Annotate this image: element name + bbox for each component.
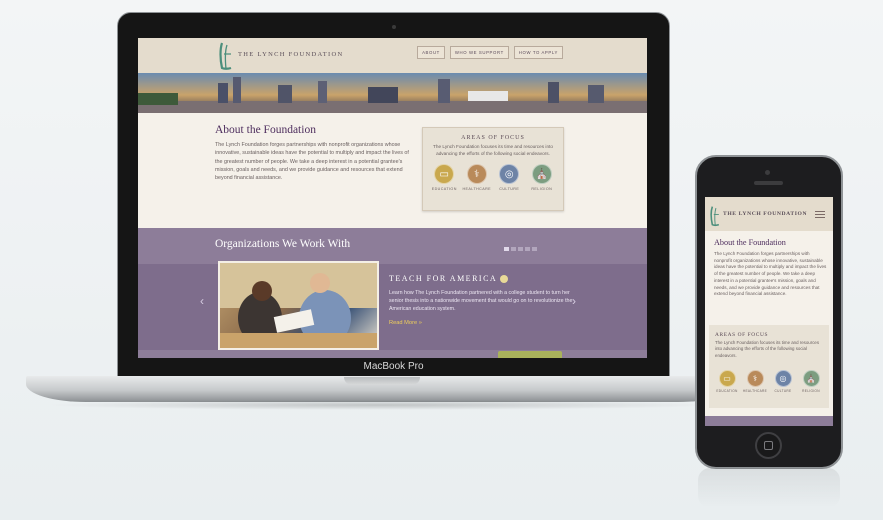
about-body: The Lynch Foundation forges partnerships… — [215, 142, 409, 182]
mobile-about-body: The Lynch Foundation forges partnerships… — [714, 251, 827, 297]
focus-label: RELIGION — [802, 389, 820, 393]
carousel-dot[interactable] — [518, 247, 523, 251]
carousel-prev-icon[interactable]: ‹ — [200, 294, 204, 308]
city-banner-image — [138, 73, 647, 113]
laptop-notch — [344, 377, 420, 385]
focus-label: HEALTHCARE — [462, 187, 492, 191]
focus-icons: ▭ EDUCATION ⚕ HEALTHCARE ◎ CULTURE ⛪ REL… — [428, 164, 558, 191]
laptop-screen: THE LYNCH FOUNDATION ABOUT WHO WE SUPPOR… — [138, 38, 647, 358]
org-name[interactable]: TEACH FOR AMERICA — [389, 274, 509, 284]
nav-who-we-support[interactable]: WHO WE SUPPORT — [449, 46, 509, 59]
mobile-focus-religion[interactable]: ⛪ RELIGION — [798, 370, 824, 393]
mobile-about-title: About the Foundation — [714, 238, 786, 247]
globe-icon: ◎ — [774, 370, 792, 387]
mobile-focus-title: AREAS OF FOCUS — [715, 332, 769, 338]
focus-education[interactable]: ▭ EDUCATION — [428, 164, 460, 191]
green-button[interactable] — [498, 351, 562, 358]
phone-camera — [765, 170, 770, 175]
phone-screen: THE LYNCH FOUNDATION About the Foundatio… — [705, 197, 833, 426]
caduceus-icon: ⚕ — [746, 370, 764, 387]
badge-icon — [500, 275, 509, 284]
mobile-footer-band — [705, 416, 833, 426]
focus-label: EDUCATION — [716, 389, 738, 393]
carousel-next-icon[interactable]: › — [572, 294, 576, 308]
nav-how-to-apply[interactable]: HOW TO APPLY — [513, 46, 563, 59]
nav-about[interactable]: ABOUT — [417, 46, 445, 59]
church-icon: ⛪ — [802, 370, 820, 387]
mobile-focus-icons: ▭ EDUCATION ⚕ HEALTHCARE ◎ CULTURE ⛪ REL… — [713, 370, 825, 393]
phone-speaker — [754, 181, 783, 185]
focus-healthcare[interactable]: ⚕ HEALTHCARE — [461, 164, 493, 191]
mobile-site-name[interactable]: THE LYNCH FOUNDATION — [723, 211, 807, 217]
org-photo — [218, 261, 379, 350]
focus-title: AREAS OF FOCUS — [461, 135, 525, 141]
mobile-header: THE LYNCH FOUNDATION — [705, 197, 833, 231]
carousel-dot[interactable] — [525, 247, 530, 251]
laptop-camera — [392, 25, 396, 29]
hamburger-menu-icon[interactable] — [815, 211, 825, 220]
mobile-focus-culture[interactable]: ◎ CULTURE — [770, 370, 796, 393]
organizations-title: Organizations We Work With — [215, 238, 351, 250]
home-square-icon — [764, 441, 773, 450]
areas-of-focus-panel: AREAS OF FOCUS The Lynch Foundation focu… — [422, 127, 564, 211]
organizations-section: Organizations We Work With ‹ TEACH FOR A… — [138, 228, 647, 358]
site-name[interactable]: THE LYNCH FOUNDATION — [238, 51, 344, 58]
skyline-image — [138, 77, 647, 113]
focus-label: HEALTHCARE — [742, 389, 768, 393]
site-header: THE LYNCH FOUNDATION ABOUT WHO WE SUPPOR… — [138, 38, 647, 73]
laptop-label: MacBook Pro — [363, 361, 424, 372]
phone-reflection — [698, 468, 840, 508]
focus-label: CULTURE — [499, 187, 520, 191]
church-icon: ⛪ — [531, 164, 552, 184]
org-description: Learn how The Lynch Foundation partnered… — [389, 290, 573, 313]
main-nav: ABOUT WHO WE SUPPORT HOW TO APPLY — [417, 46, 563, 59]
carousel-dot[interactable] — [504, 247, 509, 251]
focus-label: RELIGION — [531, 187, 553, 191]
mobile-focus-description: The Lynch Foundation focuses its time an… — [715, 340, 820, 358]
carousel-dot[interactable] — [532, 247, 537, 251]
about-title: About the Foundation — [215, 124, 316, 136]
book-icon: ▭ — [718, 370, 736, 387]
carousel-dots — [504, 247, 537, 251]
mobile-focus-education[interactable]: ▭ EDUCATION — [714, 370, 740, 393]
book-icon: ▭ — [434, 164, 455, 184]
focus-description: The Lynch Foundation focuses its time an… — [433, 144, 553, 156]
focus-culture[interactable]: ◎ CULTURE — [493, 164, 525, 191]
carousel-dot[interactable] — [511, 247, 516, 251]
focus-label: EDUCATION — [431, 187, 457, 191]
about-section: About the Foundation The Lynch Foundatio… — [215, 124, 410, 182]
mobile-focus-panel: AREAS OF FOCUS The Lynch Foundation focu… — [709, 325, 829, 408]
focus-label: CULTURE — [774, 389, 792, 393]
lynch-logo-icon[interactable] — [708, 204, 721, 228]
org-name-text[interactable]: TEACH FOR AMERICA — [389, 274, 497, 283]
caduceus-icon: ⚕ — [466, 164, 487, 184]
focus-religion[interactable]: ⛪ RELIGION — [526, 164, 558, 191]
globe-icon: ◎ — [499, 164, 520, 184]
laptop-shadow — [45, 400, 715, 410]
mobile-focus-healthcare[interactable]: ⚕ HEALTHCARE — [742, 370, 768, 393]
read-more-link[interactable]: Read More » — [389, 320, 422, 326]
teacher-student-photo — [220, 263, 377, 348]
lynch-logo-icon[interactable] — [216, 41, 234, 71]
